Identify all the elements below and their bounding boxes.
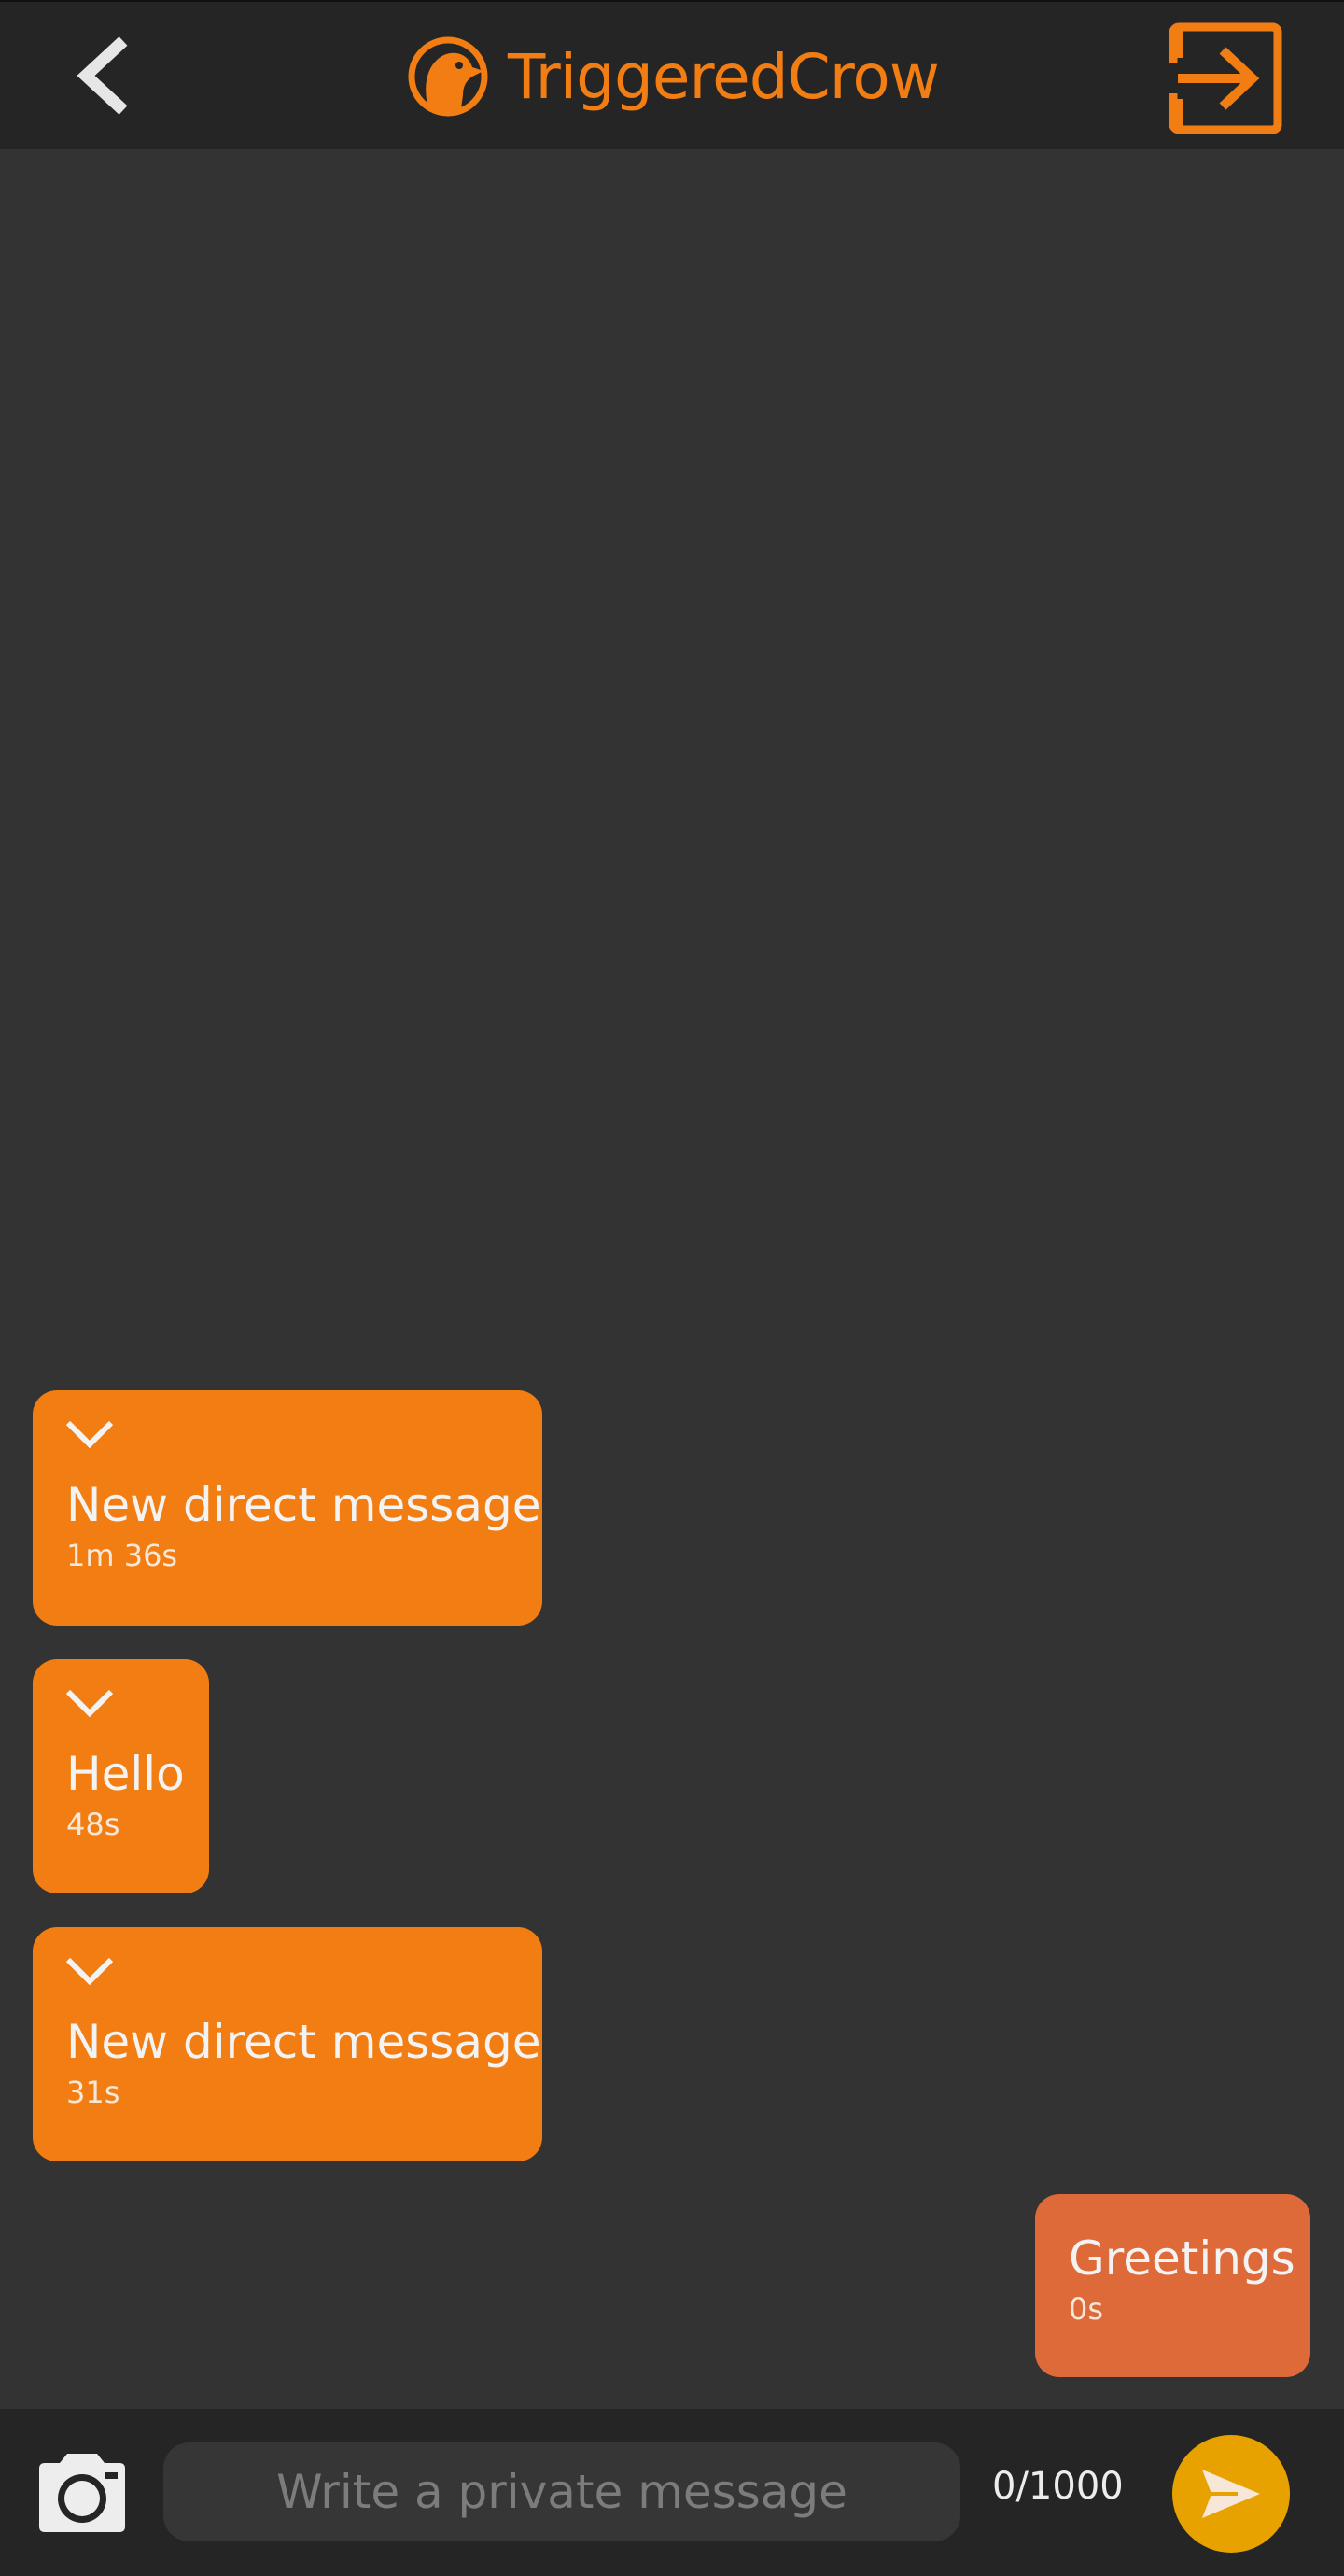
- chevron-down-icon[interactable]: [65, 1689, 114, 1717]
- brand: TriggeredCrow: [405, 34, 940, 120]
- message-text: New direct message: [66, 1478, 541, 1532]
- message-input[interactable]: [163, 2442, 960, 2541]
- message-text: Greetings: [1069, 2231, 1295, 2286]
- message-bubble[interactable]: New direct message 31s: [33, 1927, 542, 2161]
- app-title: TriggeredCrow: [508, 40, 940, 113]
- message-text: Hello: [66, 1747, 185, 1801]
- message-time: 0s: [1069, 2291, 1104, 2327]
- message-bubble[interactable]: Hello 48s: [33, 1659, 209, 1893]
- send-button[interactable]: [1172, 2435, 1290, 2553]
- message-time: 1m 36s: [66, 1538, 178, 1573]
- character-counter: 0/1000: [992, 2465, 1124, 2508]
- back-button[interactable]: [65, 34, 149, 118]
- camera-icon: [39, 2454, 125, 2532]
- logout-icon: [1167, 22, 1282, 134]
- camera-button[interactable]: [32, 2450, 133, 2536]
- send-icon: [1202, 2470, 1260, 2518]
- message-bubble[interactable]: New direct message 1m 36s: [33, 1390, 542, 1626]
- message-time: 31s: [66, 2075, 120, 2110]
- logout-button[interactable]: [1167, 21, 1284, 136]
- message-time: 48s: [66, 1807, 120, 1842]
- app-header: TriggeredCrow: [0, 0, 1344, 149]
- composer-bar: 0/1000: [0, 2409, 1344, 2576]
- crow-logo-icon: [408, 36, 488, 117]
- chevron-down-icon[interactable]: [65, 1957, 114, 1985]
- chevron-down-icon[interactable]: [65, 1420, 114, 1448]
- message-bubble[interactable]: Greetings 0s: [1035, 2194, 1310, 2377]
- chevron-left-icon: [77, 36, 128, 115]
- message-text: New direct message: [66, 2015, 541, 2069]
